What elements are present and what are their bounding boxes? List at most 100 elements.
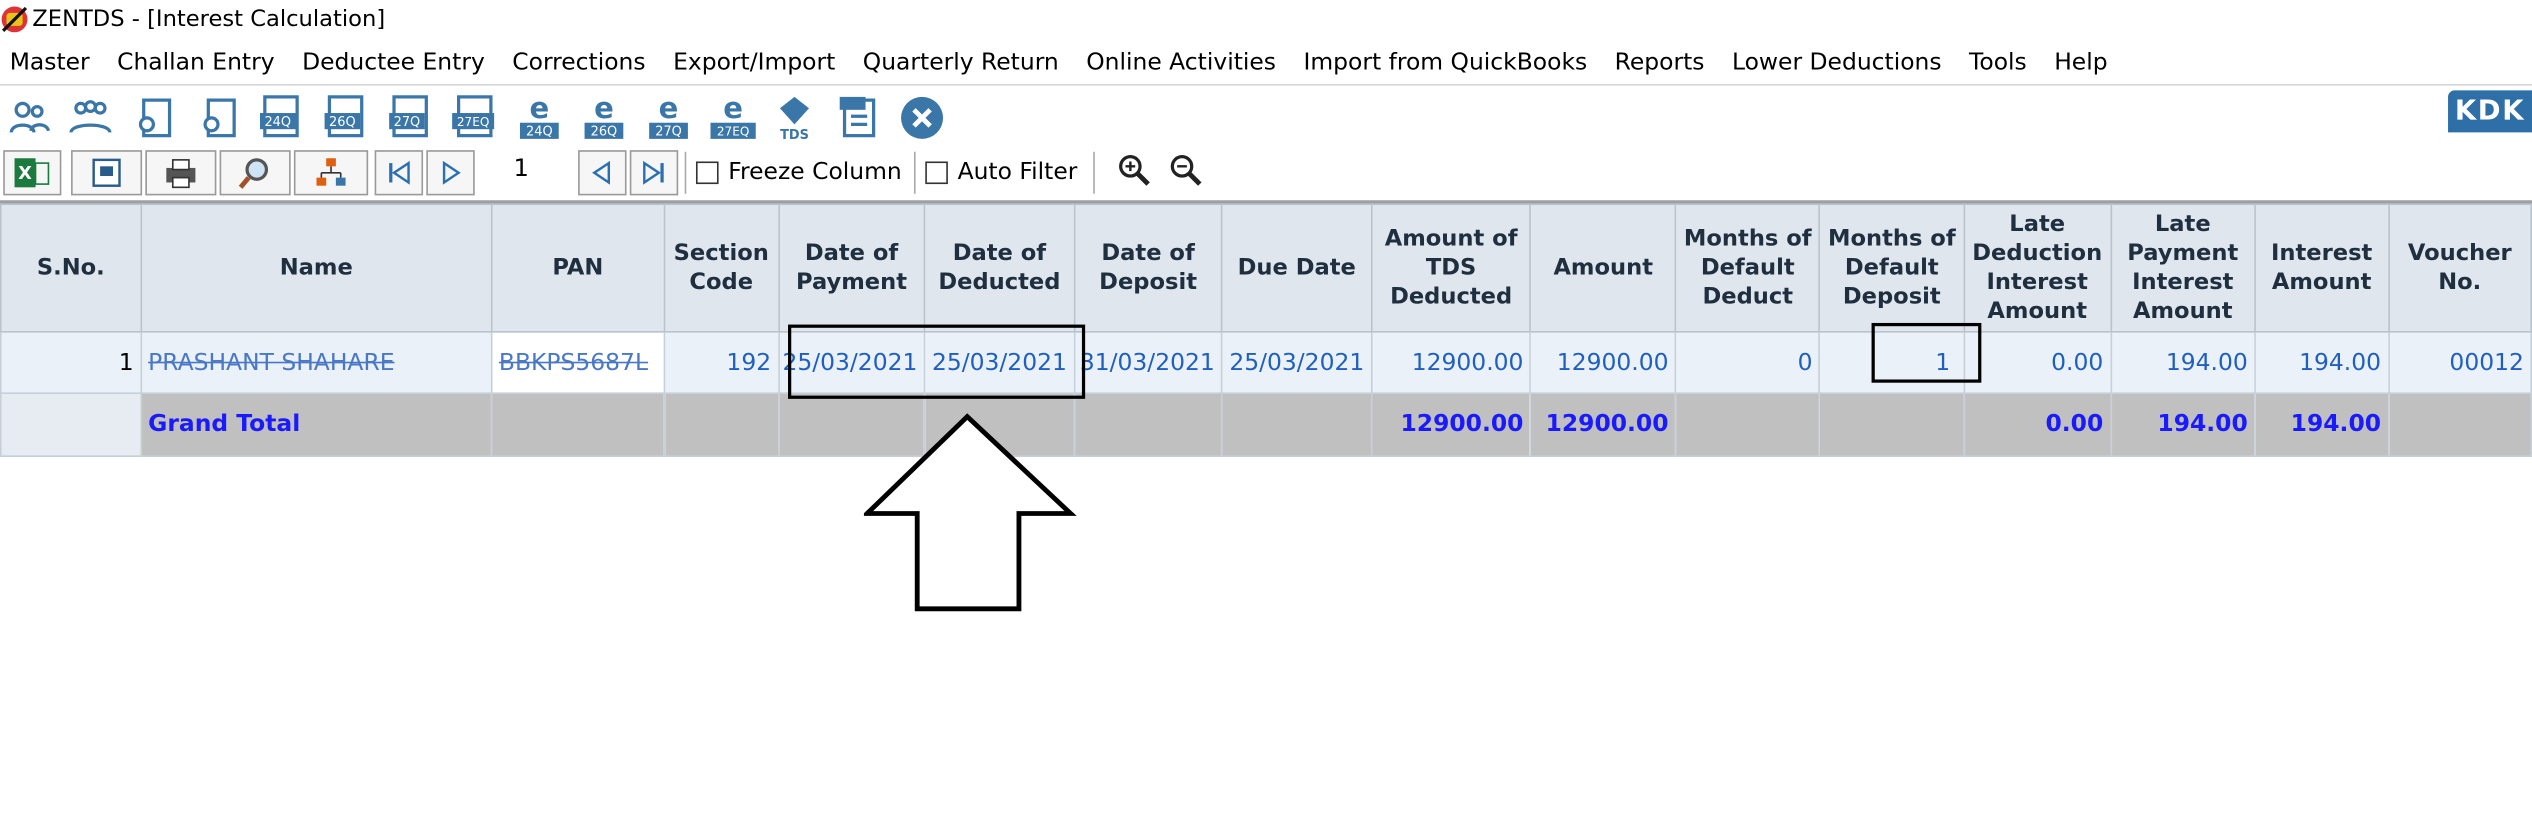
total-empty-cell: [1674, 392, 1821, 457]
menu-help[interactable]: Help: [2040, 50, 2121, 76]
pdf-icon[interactable]: [833, 92, 885, 144]
cell-late-deduction-interest[interactable]: 0.00: [1963, 331, 2112, 395]
deductees-icon[interactable]: [65, 92, 117, 144]
column-header[interactable]: Due Date: [1221, 203, 1373, 333]
excel-export-icon[interactable]: X: [3, 150, 62, 196]
cell-date-of-payment[interactable]: 25/03/2021: [777, 331, 926, 395]
cell-months-default-deduct[interactable]: 0: [1674, 331, 1821, 395]
svg-text:27Q: 27Q: [394, 115, 421, 130]
previous-page-icon[interactable]: [578, 150, 627, 196]
24q-icon[interactable]: 24Q: [255, 92, 307, 144]
svg-text:TDS: TDS: [780, 128, 809, 143]
cell-amount[interactable]: 12900.00: [1529, 331, 1677, 395]
page-number[interactable]: 1: [514, 153, 529, 182]
column-header[interactable]: Date of Payment: [777, 203, 926, 333]
close-icon[interactable]: [896, 92, 948, 144]
e-26q-icon[interactable]: e 26Q: [578, 92, 630, 144]
total-amount: 12900.00: [1529, 392, 1677, 457]
total-empty-cell: [1073, 392, 1223, 457]
column-header[interactable]: S.No.: [0, 203, 142, 333]
cell-sno[interactable]: 1: [0, 331, 142, 395]
menu-export-import[interactable]: Export/Import: [659, 50, 849, 76]
divider: [0, 83, 2532, 86]
menu-challan-entry[interactable]: Challan Entry: [103, 50, 288, 76]
cell-date-of-deposit[interactable]: 31/03/2021: [1073, 331, 1223, 395]
e-24q-icon[interactable]: e 24Q: [514, 92, 566, 144]
first-page-icon[interactable]: [374, 150, 424, 196]
svg-text:27EQ: 27EQ: [457, 115, 490, 129]
column-header[interactable]: Amount of TDS Deducted: [1370, 203, 1532, 333]
column-header[interactable]: Months of Default Deposit: [1818, 203, 1965, 333]
form2-icon[interactable]: [194, 92, 246, 144]
total-empty-cell: [1221, 392, 1373, 457]
menu-online-activities[interactable]: Online Activities: [1072, 50, 1289, 76]
column-header[interactable]: Late Deduction Interest Amount: [1963, 203, 2112, 333]
zoom-in-icon[interactable]: [1111, 147, 1156, 192]
cell-due-date[interactable]: 25/03/2021: [1221, 331, 1373, 395]
deductor-icon[interactable]: [3, 92, 55, 144]
menu-corrections[interactable]: Corrections: [499, 50, 660, 76]
total-late-deduction-interest: 0.00: [1963, 392, 2112, 457]
cell-pan[interactable]: BBKPS5687L: [490, 331, 665, 395]
freeze-column-label: Freeze Column: [728, 159, 902, 186]
hierarchy-icon[interactable]: [293, 150, 369, 196]
auto-filter-checkbox[interactable]: Auto Filter: [913, 151, 1095, 194]
total-tds-deducted: 12900.00: [1370, 392, 1532, 457]
e-27q-icon[interactable]: e 27Q: [643, 92, 695, 144]
freeze-column-checkbox[interactable]: Freeze Column: [684, 151, 913, 194]
total-empty-cell: [490, 392, 665, 457]
next-page-icon[interactable]: [426, 150, 475, 196]
table-row[interactable]: 1 PRASHANT SHAHARE BBKPS5687L 192 25/03/…: [0, 331, 2532, 395]
cell-date-of-deducted[interactable]: 25/03/2021: [923, 331, 1075, 395]
export-file-icon[interactable]: [71, 150, 143, 196]
menu-quarterly-return[interactable]: Quarterly Return: [849, 50, 1072, 76]
svg-text:e: e: [723, 92, 743, 125]
window-title: ZENTDS - [Interest Calculation]: [32, 6, 386, 33]
menu-bar: Master Challan Entry Deductee Entry Corr…: [0, 44, 2532, 83]
checkbox-box[interactable]: [925, 161, 948, 185]
column-header[interactable]: PAN: [490, 203, 665, 333]
26q-icon[interactable]: 26Q: [320, 92, 372, 144]
cell-months-default-deposit[interactable]: 1: [1818, 331, 1965, 395]
form-icon[interactable]: [129, 92, 181, 144]
column-header[interactable]: Name: [140, 203, 493, 333]
column-header[interactable]: Months of Default Deduct: [1674, 203, 1821, 333]
svg-text:e: e: [659, 92, 679, 125]
auto-filter-label: Auto Filter: [957, 159, 1078, 186]
menu-lower-deductions[interactable]: Lower Deductions: [1718, 50, 1955, 76]
menu-tools[interactable]: Tools: [1955, 50, 2040, 76]
find-icon[interactable]: [219, 150, 291, 196]
column-header[interactable]: Interest Amount: [2254, 203, 2390, 333]
menu-deductee-entry[interactable]: Deductee Entry: [288, 50, 498, 76]
print-icon[interactable]: [145, 150, 217, 196]
cell-voucher-no[interactable]: 00012: [2387, 331, 2532, 395]
menu-reports[interactable]: Reports: [1601, 50, 1718, 76]
zoom-out-icon[interactable]: [1163, 147, 1208, 192]
cell-section-code[interactable]: 192: [663, 331, 780, 395]
title-bar: ZENTDS - [Interest Calculation]: [0, 0, 2532, 39]
total-empty-cell: [663, 392, 780, 457]
grand-total-label: Grand Total: [140, 392, 493, 457]
column-header[interactable]: Amount: [1529, 203, 1677, 333]
cell-late-payment-interest[interactable]: 194.00: [2109, 331, 2256, 395]
menu-import-quickbooks[interactable]: Import from QuickBooks: [1290, 50, 1601, 76]
column-header[interactable]: Section Code: [663, 203, 780, 333]
last-page-icon[interactable]: [629, 150, 679, 196]
total-late-payment-interest: 194.00: [2109, 392, 2256, 457]
e-27eq-icon[interactable]: e 27EQ: [707, 92, 759, 144]
column-header[interactable]: Late Payment Interest Amount: [2109, 203, 2256, 333]
27q-icon[interactable]: 27Q: [384, 92, 436, 144]
column-header[interactable]: Voucher No.: [2387, 203, 2532, 333]
cell-name[interactable]: PRASHANT SHAHARE: [140, 331, 493, 395]
27eq-icon[interactable]: 27EQ: [449, 92, 501, 144]
column-header[interactable]: Date of Deducted: [923, 203, 1075, 333]
checkbox-box[interactable]: [695, 161, 719, 185]
svg-text:26Q: 26Q: [591, 125, 618, 140]
cell-interest-amount[interactable]: 194.00: [2254, 331, 2390, 395]
tds-icon[interactable]: TDS: [769, 92, 821, 144]
main-toolbar: 24Q 26Q 27Q 27EQ e 24Q e 26Q e 27Q e 27EQ TD…: [0, 87, 2532, 145]
menu-master[interactable]: Master: [0, 50, 103, 76]
column-header[interactable]: Date of Deposit: [1073, 203, 1223, 333]
up-arrow-icon: [863, 413, 1077, 612]
cell-tds-deducted[interactable]: 12900.00: [1370, 331, 1532, 395]
